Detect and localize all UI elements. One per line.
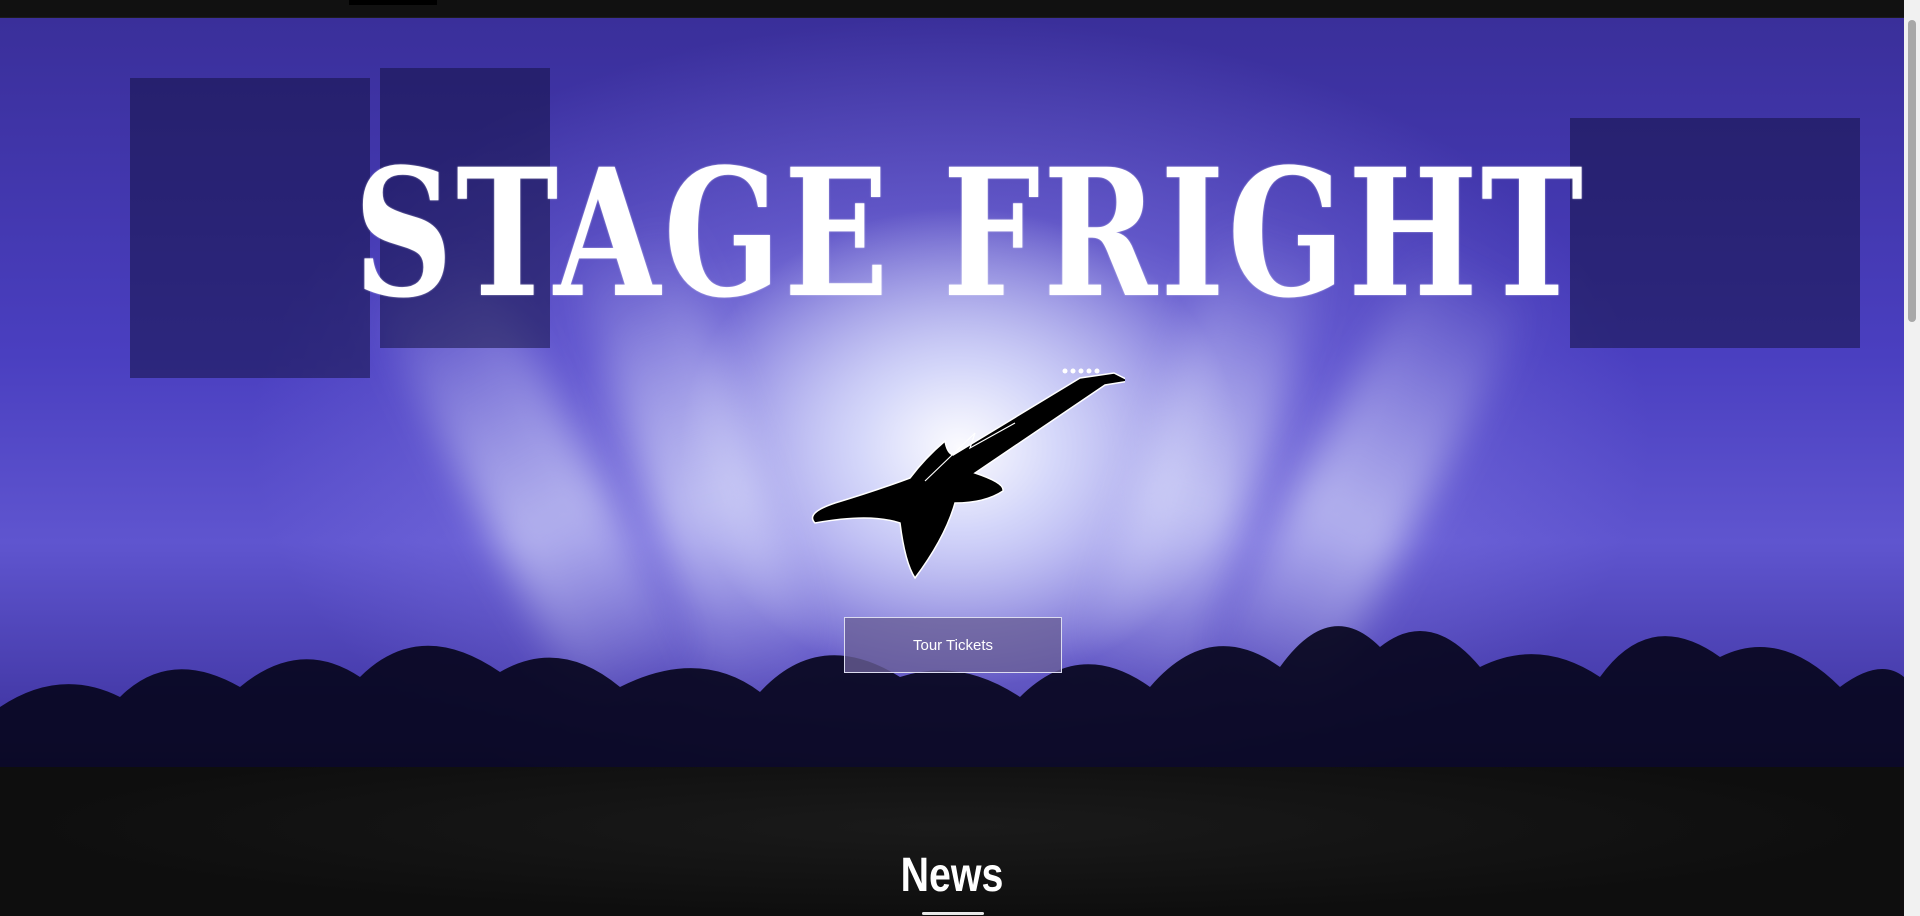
news-heading: News <box>900 849 1004 902</box>
hero-section: STAGE FRIGHT Tour Tickets <box>0 18 1904 767</box>
page: STAGE FRIGHT Tour Tickets News <box>0 0 1920 916</box>
header-menu-tab[interactable] <box>349 0 437 5</box>
news-section: News <box>0 767 1904 916</box>
top-header-bar <box>0 0 1904 18</box>
page-scrollbar[interactable] <box>1904 0 1920 916</box>
band-logo-title: STAGE FRIGHT <box>353 129 1587 337</box>
stage-speaker <box>1570 118 1860 348</box>
stage-speaker <box>130 78 370 378</box>
tour-tickets-button[interactable]: Tour Tickets <box>844 617 1062 673</box>
news-heading-underline <box>922 912 984 915</box>
guitar-icon <box>811 368 1125 580</box>
scrollbar-thumb[interactable] <box>1908 20 1916 322</box>
